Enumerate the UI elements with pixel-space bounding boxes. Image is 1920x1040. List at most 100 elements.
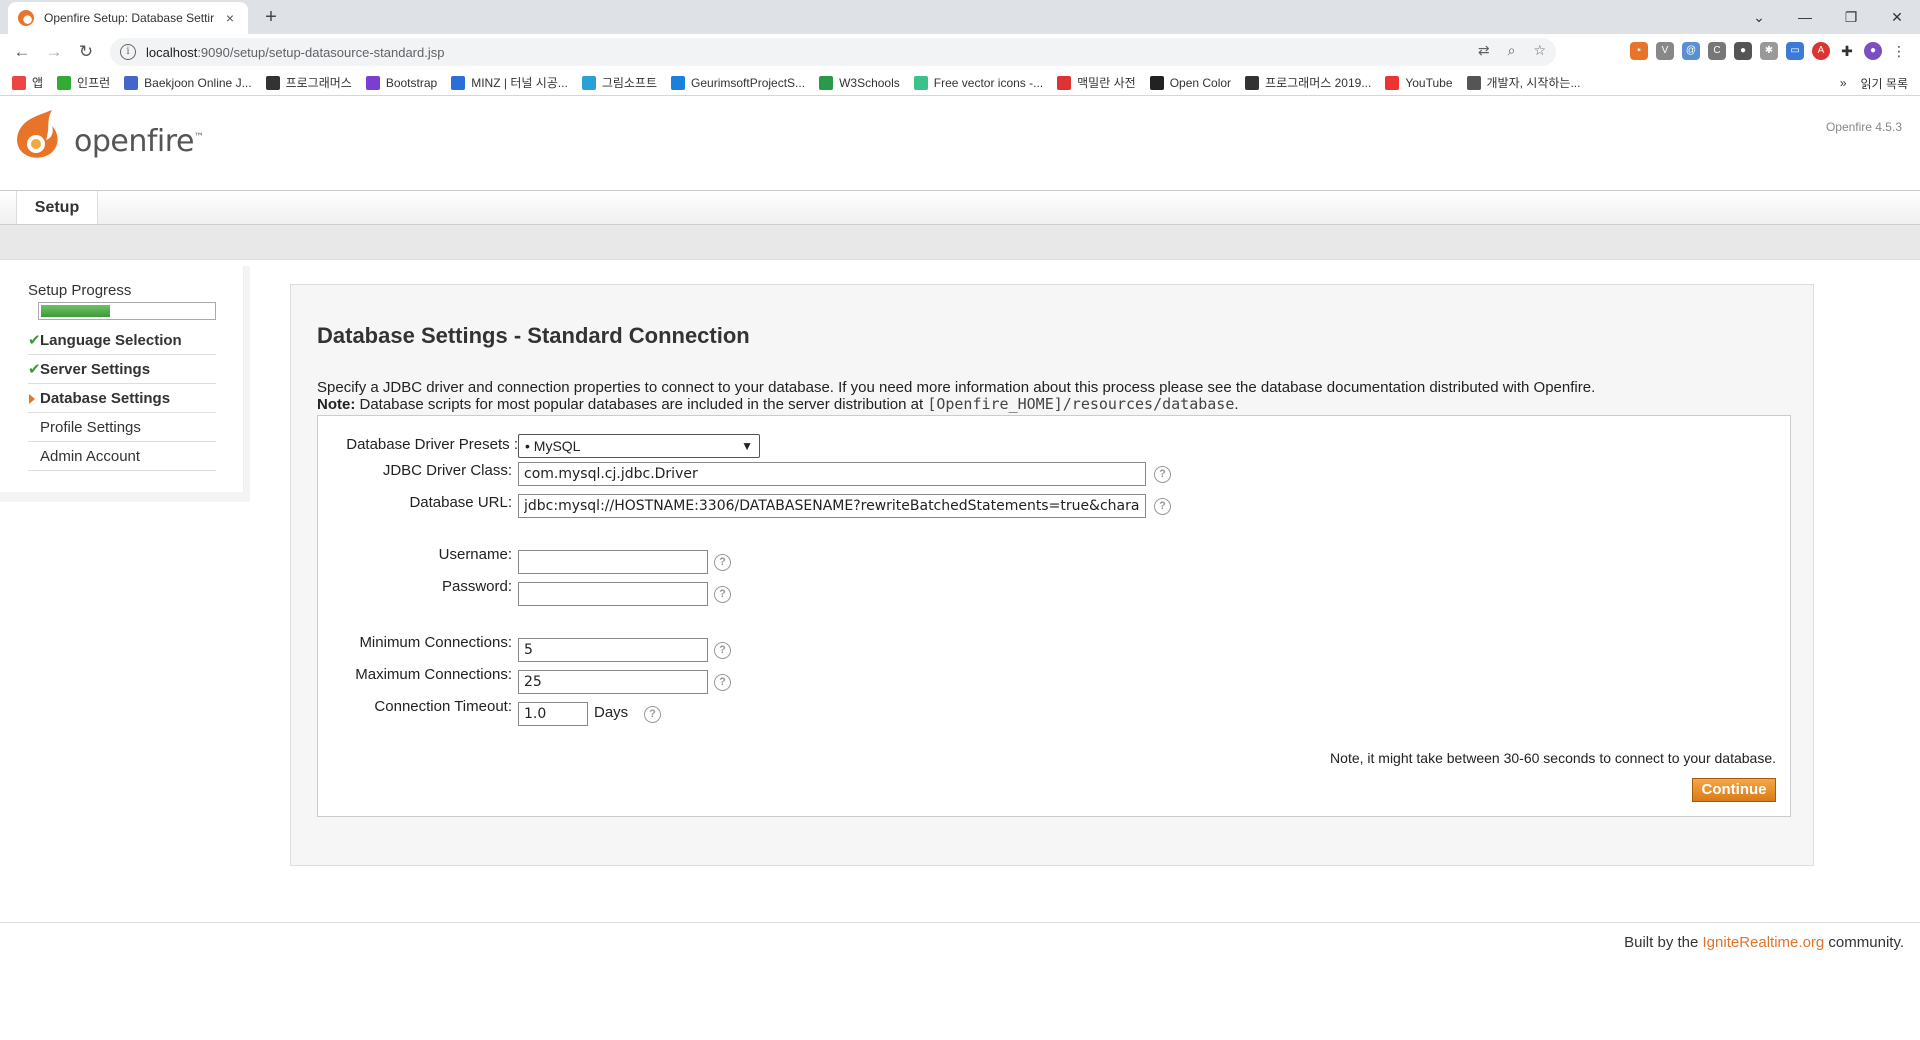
bookmarks-more-button[interactable]: » xyxy=(1840,76,1847,90)
bookmark-item[interactable]: 개발자, 시작하는... xyxy=(1466,74,1580,91)
password-input[interactable] xyxy=(518,582,708,606)
bookmark-label: 그림소프트 xyxy=(601,76,658,90)
extension-new-icon[interactable]: ▭ xyxy=(1786,42,1804,60)
extension-icon[interactable]: ● xyxy=(1734,42,1752,60)
bookmark-item[interactable]: 프로그래머스 xyxy=(265,74,352,91)
help-icon[interactable]: ? xyxy=(714,674,731,691)
bookmarks-bar: 앱 인프런 Baekjoon Online J... 프로그래머스 Bootstrap M… xyxy=(0,70,1920,96)
extension-icon[interactable]: ✱ xyxy=(1760,42,1778,60)
openfire-page: openfire™ Openfire 4.5.3 Setup Setup Pro… xyxy=(0,96,1920,1040)
password-label: Password: xyxy=(441,578,512,595)
puzzle-extensions-icon[interactable]: ✚ xyxy=(1838,42,1856,60)
extension-icon[interactable]: C xyxy=(1708,42,1726,60)
bookmark-item[interactable]: YouTube xyxy=(1385,75,1453,90)
browser-tab[interactable]: Openfire Setup: Database Settir × xyxy=(8,2,248,34)
bookmark-label: MINZ | 터널 시공... xyxy=(471,76,568,90)
sidebar-step-item: ✔ Language Selection xyxy=(28,326,216,355)
database-url-input[interactable] xyxy=(518,494,1146,518)
bookmark-label: Bootstrap xyxy=(385,75,438,90)
max-connections-label: Maximum Connections: xyxy=(355,666,512,683)
connection-timeout-label: Connection Timeout: xyxy=(374,698,512,715)
bookmark-item[interactable]: 프로그래머스 2019... xyxy=(1245,74,1371,91)
reload-icon[interactable]: ↻ xyxy=(72,38,100,66)
sidebar-step-label: Language Selection xyxy=(40,332,182,349)
min-connections-label: Minimum Connections: xyxy=(359,634,512,651)
bookmark-label: Open Color xyxy=(1169,75,1232,90)
jdbc-driver-label: JDBC Driver Class: xyxy=(382,462,512,479)
sidebar-step-item: Database Settings xyxy=(28,384,216,413)
translate-icon[interactable]: ⇄ xyxy=(1478,42,1490,59)
bookmark-label: W3Schools xyxy=(839,75,900,90)
tab-setup[interactable]: Setup xyxy=(16,191,98,224)
help-icon[interactable]: ? xyxy=(714,554,731,571)
back-arrow-icon[interactable]: ← xyxy=(8,38,36,66)
bookmark-item[interactable]: Bootstrap xyxy=(365,75,438,90)
intro-text: Specify a JDBC driver and connection pro… xyxy=(317,379,1596,413)
driver-presets-select[interactable]: • MySQL ▼ xyxy=(518,434,760,458)
page-footer: Built by the IgniteRealtime.org communit… xyxy=(1624,934,1904,951)
bookmark-item[interactable]: MINZ | 터널 시공... xyxy=(451,74,568,91)
username-input[interactable] xyxy=(518,550,708,574)
minimize-button[interactable]: — xyxy=(1782,0,1828,34)
bookmark-label: YouTube xyxy=(1405,75,1453,90)
sidebar-step-label: Profile Settings xyxy=(40,419,141,436)
openfire-favicon-icon xyxy=(18,10,34,26)
min-connections-input[interactable] xyxy=(518,638,708,662)
footer-divider xyxy=(0,922,1920,923)
address-bar[interactable]: i localhost:9090/setup/setup-datasource-… xyxy=(110,38,1556,66)
menu-kebab-icon[interactable]: ⋮ xyxy=(1890,42,1908,60)
version-label: Openfire 4.5.3 xyxy=(1825,120,1902,134)
url-text[interactable]: localhost:9090/setup/setup-datasource-st… xyxy=(146,45,444,60)
bookmark-item[interactable]: Open Color xyxy=(1149,75,1232,90)
openfire-logo-text: openfire™ xyxy=(74,124,204,159)
main-nav: Setup xyxy=(0,190,1920,224)
bookmark-item[interactable]: Baekjoon Online J... xyxy=(124,75,252,90)
bookmark-item[interactable]: 맥밀란 사전 xyxy=(1057,74,1136,91)
timeout-unit-label: Days xyxy=(594,704,629,721)
connection-timeout-input[interactable] xyxy=(518,702,588,726)
profile-avatar-icon[interactable]: ● xyxy=(1864,42,1882,60)
bookmark-favicon-icon xyxy=(581,75,596,90)
help-icon[interactable]: ? xyxy=(1154,466,1171,483)
sidebar-step-item: Admin Account xyxy=(28,442,216,471)
bookmark-item[interactable]: 인프런 xyxy=(57,74,110,91)
close-window-button[interactable]: ✕ xyxy=(1874,0,1920,34)
help-icon[interactable]: ? xyxy=(644,706,661,723)
restore-button[interactable]: ❐ xyxy=(1828,0,1874,34)
reading-list-button[interactable]: 읽기 목록 xyxy=(1861,75,1909,92)
bookmark-item[interactable]: 앱 xyxy=(12,74,43,91)
help-icon[interactable]: ? xyxy=(714,642,731,659)
connect-time-note: Note, it might take between 30-60 second… xyxy=(1330,750,1776,766)
max-connections-input[interactable] xyxy=(518,670,708,694)
bookmark-favicon-icon xyxy=(1245,75,1260,90)
bookmark-item[interactable]: GeurimsoftProjectS... xyxy=(671,75,805,90)
bookmark-item[interactable]: Free vector icons -... xyxy=(913,75,1044,90)
continue-button[interactable]: Continue xyxy=(1692,778,1776,802)
bookmark-item[interactable]: W3Schools xyxy=(819,75,900,90)
bookmark-favicon-icon xyxy=(124,75,139,90)
sidebar-step-label: Admin Account xyxy=(40,448,141,465)
bookmark-favicon-icon xyxy=(819,75,834,90)
extension-icon[interactable]: @ xyxy=(1682,42,1700,60)
forward-arrow-icon[interactable]: → xyxy=(40,38,68,66)
jdbc-driver-input[interactable] xyxy=(518,462,1146,486)
close-tab-icon[interactable]: × xyxy=(222,10,238,26)
adblock-icon[interactable]: A xyxy=(1812,42,1830,60)
page-header: openfire™ Openfire 4.5.3 xyxy=(0,96,1920,190)
site-info-icon[interactable]: i xyxy=(120,44,136,60)
zoom-icon[interactable]: ⌕ xyxy=(1508,42,1516,59)
bookmark-favicon-icon xyxy=(1149,75,1164,90)
help-icon[interactable]: ? xyxy=(1154,498,1171,515)
bookmark-favicon-icon xyxy=(451,75,466,90)
browser-toolbar: ← → ↻ i localhost:9090/setup/setup-datas… xyxy=(0,34,1920,70)
bookmark-label: Free vector icons -... xyxy=(933,75,1044,90)
extension-icon[interactable]: V xyxy=(1656,42,1674,60)
bookmark-star-icon[interactable]: ☆ xyxy=(1533,42,1546,59)
new-tab-button[interactable]: + xyxy=(258,4,284,30)
sidebar-step-label: Database Settings xyxy=(40,390,171,407)
extension-icon[interactable]: ▪ xyxy=(1630,42,1648,60)
igniterealtime-link[interactable]: IgniteRealtime.org xyxy=(1703,934,1825,951)
bookmark-item[interactable]: 그림소프트 xyxy=(581,74,658,91)
help-icon[interactable]: ? xyxy=(714,586,731,603)
tab-search-icon[interactable]: ⌄ xyxy=(1736,0,1782,34)
